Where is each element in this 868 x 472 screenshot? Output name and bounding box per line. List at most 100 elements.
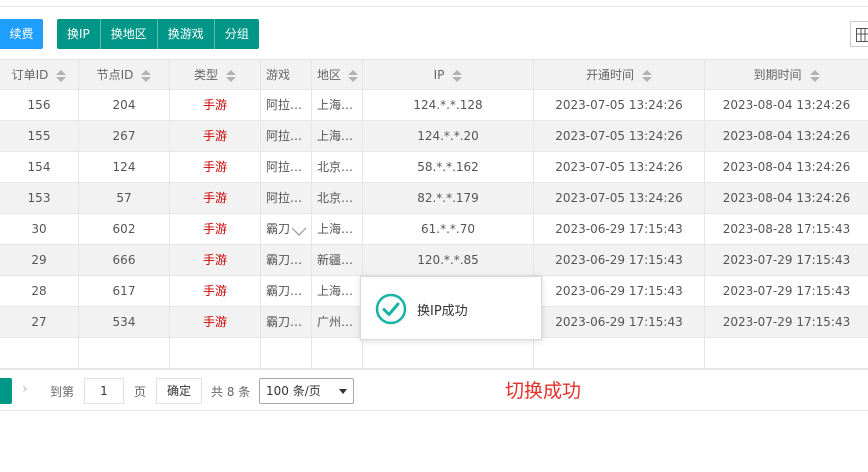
cell-open-time: 2023-07-05 13:24:26	[534, 90, 705, 120]
cell-region: 上海…	[312, 214, 363, 244]
header-node-id[interactable]: 节点ID	[79, 60, 170, 90]
sort-icon[interactable]	[642, 69, 652, 82]
columns-icon	[856, 28, 868, 42]
cell-order-id: 30	[0, 214, 79, 244]
cell-node-id: 534	[79, 307, 170, 337]
change-game-button[interactable]: 换游戏	[156, 19, 214, 49]
table-row[interactable]: 154 124 手游 阿拉… 北京… 58.*.*.162 2023-07-05 13:24…	[0, 152, 868, 183]
cell-game: 阿拉…	[261, 183, 312, 213]
cell-expire-time: 2023-07-29 17:15:43	[722, 284, 851, 298]
cell-type: 手游	[170, 276, 261, 306]
cell-game: 霸刀…	[261, 276, 312, 306]
cell-order-id: 27	[0, 307, 79, 337]
cell-type: 手游	[170, 183, 261, 213]
header-ip[interactable]: IP	[363, 60, 534, 90]
cell-node-id: 204	[79, 90, 170, 120]
cell-order-id: 156	[0, 90, 79, 120]
current-page-button[interactable]	[0, 378, 12, 404]
empty-cell	[79, 338, 170, 368]
cell-order-id: 154	[0, 152, 79, 182]
cell-game: 阿拉…	[261, 121, 312, 151]
sort-icon[interactable]	[452, 69, 463, 82]
table-row[interactable]: 30 602 手游 霸刀 上海… 61.*.*.70 2023-06-29 17:15:43…	[0, 214, 868, 245]
confirm-page-button[interactable]: 确定	[156, 378, 202, 404]
cell-node-id: 124	[79, 152, 170, 182]
change-region-button[interactable]: 换地区	[99, 19, 157, 49]
cell-open-time: 2023-06-29 17:15:43	[534, 214, 705, 244]
chevron-down-icon[interactable]	[291, 227, 307, 237]
cell-type: 手游	[170, 214, 261, 244]
cell-ip: 124.*.*.20	[363, 121, 534, 151]
cell-type: 手游	[170, 245, 261, 275]
cell-node-id: 602	[79, 214, 170, 244]
success-annotation: 切换成功	[505, 380, 582, 402]
goto-label: 到第	[50, 385, 75, 399]
cell-ip: 82.*.*.179	[363, 183, 534, 213]
toast-message: 换IP成功	[417, 304, 468, 319]
cell-order-id: 29	[0, 245, 79, 275]
cell-node-id: 267	[79, 121, 170, 151]
top-divider	[0, 6, 868, 7]
cell-open-time: 2023-07-05 13:24:26	[534, 183, 705, 213]
empty-cell	[170, 338, 261, 368]
page-size-select[interactable]: 100 条/页	[259, 378, 354, 404]
page-unit-label: 页	[134, 385, 147, 399]
cell-open-time: 2023-07-05 13:24:26	[534, 121, 705, 151]
cell-order-id: 153	[0, 183, 79, 213]
sort-icon[interactable]	[141, 69, 152, 82]
sort-icon[interactable]	[226, 69, 236, 82]
cell-open-time: 2023-06-29 17:15:43	[534, 307, 705, 337]
empty-cell	[363, 338, 534, 368]
cell-game: 阿拉…	[261, 152, 312, 182]
cell-ip: 120.*.*.85	[363, 245, 534, 275]
change-ip-button[interactable]: 换IP	[57, 19, 100, 49]
cell-open-time: 2023-06-29 17:15:43	[534, 245, 705, 275]
success-toast: 换IP成功	[360, 276, 542, 340]
cell-type: 手游	[170, 152, 261, 182]
cell-region: 广州…	[312, 307, 363, 337]
page-number-input[interactable]: 1	[84, 378, 124, 404]
cell-game: 霸刀…	[261, 245, 312, 275]
cell-expire-time: 2023-07-29 17:15:43	[722, 253, 851, 267]
renew-button[interactable]: 续费	[0, 19, 43, 49]
sort-icon[interactable]	[348, 69, 359, 82]
cell-expire-time: 2023-08-04 13:24:26	[722, 129, 851, 143]
table-header-row: 订单ID 节点ID 类型 游戏 地区 IP 开通时间 到期时间	[0, 59, 868, 90]
empty-cell	[705, 338, 868, 368]
total-count: 共 8 条	[211, 385, 251, 399]
cell-ip: 58.*.*.162	[363, 152, 534, 182]
table-row[interactable]: 156 204 手游 阿拉… 上海… 124.*.*.128 2023-07-05 13:2…	[0, 90, 868, 121]
cell-region: 北京…	[312, 152, 363, 182]
cell-region: 上海…	[312, 276, 363, 306]
cell-type: 手游	[170, 90, 261, 120]
table-row[interactable]: 155 267 手游 阿拉… 上海… 124.*.*.20 2023-07-05 13:24…	[0, 121, 868, 152]
chevron-down-icon	[339, 389, 347, 394]
next-page-icon[interactable]: ›	[22, 381, 28, 397]
cell-region: 北京…	[312, 183, 363, 213]
sort-icon[interactable]	[56, 69, 67, 82]
cell-expire-time: 2023-08-04 13:24:26	[722, 160, 851, 174]
cell-region: 上海…	[312, 90, 363, 120]
cell-game: 霸刀…	[261, 307, 312, 337]
group-button[interactable]: 分组	[213, 19, 259, 49]
cell-expire-time: 2023-08-28 17:15:43	[722, 222, 851, 236]
cell-expire-time: 2023-08-04 13:24:26	[722, 98, 851, 112]
header-game: 游戏	[261, 60, 312, 90]
check-circle-icon	[375, 293, 407, 325]
header-region[interactable]: 地区	[312, 60, 363, 90]
cell-expire-time: 2023-07-29 17:15:43	[722, 315, 851, 329]
header-expire-time[interactable]: 到期时间	[705, 60, 868, 90]
table-row[interactable]: 29 666 手游 霸刀… 新疆… 120.*.*.85 2023-06-29 17:15:…	[0, 245, 868, 276]
header-type[interactable]: 类型	[170, 60, 261, 90]
header-open-time[interactable]: 开通时间	[534, 60, 705, 90]
cell-expire-time: 2023-08-04 13:24:26	[722, 191, 851, 205]
empty-cell	[261, 338, 312, 368]
sort-icon[interactable]	[809, 69, 820, 82]
cell-region: 新疆…	[312, 245, 363, 275]
cell-node-id: 617	[79, 276, 170, 306]
table-row[interactable]: 153 57 手游 阿拉… 北京… 82.*.*.179 2023-07-05 13:24:…	[0, 183, 868, 214]
cell-node-id: 57	[79, 183, 170, 213]
header-order-id[interactable]: 订单ID	[0, 60, 79, 90]
cell-order-id: 155	[0, 121, 79, 151]
column-filter-button[interactable]	[850, 21, 868, 47]
